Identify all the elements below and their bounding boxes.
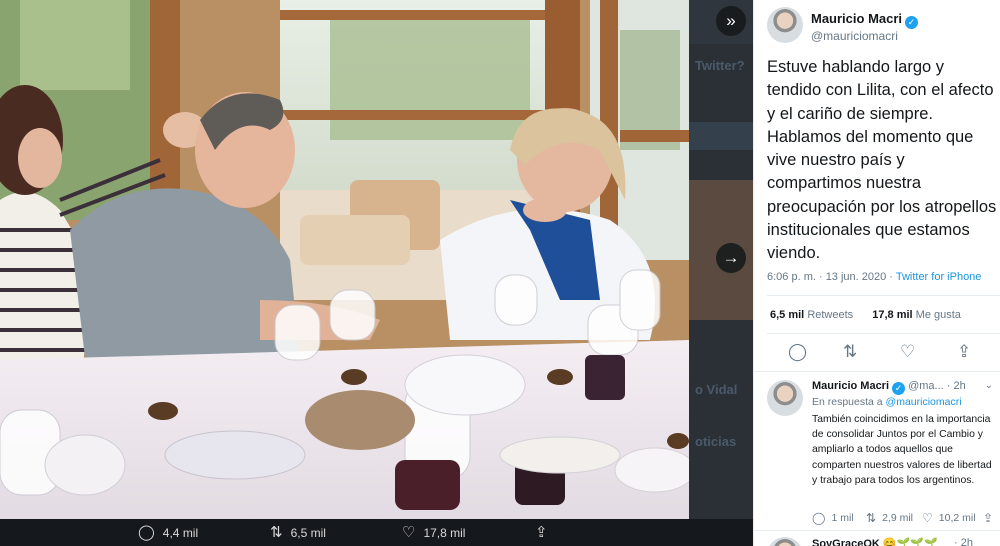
author-info: Mauricio Macri ✓ @mauriciomacri <box>811 7 919 43</box>
author-name[interactable]: Mauricio Macri <box>811 11 902 26</box>
reply-tweet[interactable]: Mauricio Macri ✓ @ma... · 2h ⌄ En respues… <box>754 371 1000 529</box>
in-reply-to: En respuesta a @mauriciomacri <box>812 396 962 408</box>
avatar[interactable] <box>767 537 803 546</box>
verified-badge-icon: ✓ <box>892 382 906 395</box>
heart-icon: ♡ <box>402 524 416 541</box>
retweet-icon: ⇅ <box>866 511 877 525</box>
heart-icon: ♡ <box>922 511 933 525</box>
comment-icon[interactable]: ◯ <box>788 343 807 360</box>
retweet-count: 6,5 mil <box>290 525 326 540</box>
retweets-stat[interactable]: 6,5 mil Retweets <box>770 309 853 321</box>
comment-icon: ◯ <box>138 524 155 541</box>
chevron-down-icon[interactable]: ⌄ <box>985 380 993 391</box>
background-text: oticias <box>695 434 737 449</box>
tweet-media-viewer: Twitter? o Vidal oticias » → ◯ 4,4 mil ⇅… <box>0 0 1000 546</box>
reply-count: 4,4 mil <box>162 525 199 540</box>
double-chevron-right-icon: » <box>726 11 736 30</box>
next-reply-time[interactable]: · 2h <box>954 537 973 546</box>
reply-author-handle[interactable]: @ma... <box>908 380 944 392</box>
reply-reply-action[interactable]: ◯ 1 mil <box>812 511 854 525</box>
photo-illustration <box>0 0 689 519</box>
arrow-right-icon: → <box>722 248 740 267</box>
retweet-icon[interactable]: ⇅ <box>843 343 857 360</box>
expand-panel-button[interactable]: » <box>716 6 746 36</box>
reply-header: Mauricio Macri ✓ @ma... · 2h <box>812 380 997 395</box>
reply-share-action[interactable]: ⇪ <box>983 511 993 525</box>
avatar[interactable] <box>767 7 803 43</box>
reply-action[interactable]: ◯ 4,4 mil <box>138 525 198 540</box>
share-action[interactable]: ⇪ <box>535 525 548 540</box>
author-handle[interactable]: @mauriciomacri <box>811 29 918 43</box>
tweet-text: Estuve hablando largo y tendido con Lili… <box>767 58 997 263</box>
share-icon: ⇪ <box>535 524 548 541</box>
tweet-timestamp[interactable]: 6:06 p. m. · 13 jun. 2020 · <box>767 271 896 283</box>
tweet-photo[interactable] <box>0 0 689 519</box>
reply-time[interactable]: · 2h <box>947 380 966 392</box>
comment-icon: ◯ <box>812 511 826 525</box>
tweet-meta: 6:06 p. m. · 13 jun. 2020 · Twitter for … <box>767 271 981 283</box>
reply-retweet-count: 2,9 mil <box>882 512 913 524</box>
reply-text: También coincidimos en la importancia de… <box>812 414 992 486</box>
retweet-action[interactable]: ⇅ 6,5 mil <box>270 525 326 540</box>
in-reply-to-link[interactable]: @mauriciomacri <box>886 396 962 408</box>
reply-retweet-action[interactable]: ⇅ 2,9 mil <box>866 511 913 525</box>
next-image-button[interactable]: → <box>716 243 746 273</box>
avatar[interactable] <box>767 380 803 416</box>
media-pane: Twitter? o Vidal oticias » → ◯ 4,4 mil ⇅… <box>0 0 753 546</box>
tweet-source[interactable]: Twitter for iPhone <box>896 271 982 283</box>
divider <box>767 333 1000 334</box>
likes-stat[interactable]: 17,8 mil Me gusta <box>872 309 961 321</box>
next-reply-author-name[interactable]: SoyGraceOK 😊🌱🌱🌱 <box>812 537 938 546</box>
reply-author-name[interactable]: Mauricio Macri <box>812 380 889 392</box>
tweet-detail-panel: Mauricio Macri ✓ @mauriciomacri Estuve ha… <box>753 0 1000 546</box>
verified-badge-icon: ✓ <box>905 16 919 29</box>
retweet-icon: ⇅ <box>270 524 283 541</box>
share-icon: ⇪ <box>983 511 994 525</box>
tweet-stats: 6,5 mil Retweets 17,8 mil Me gusta <box>770 309 961 321</box>
like-action[interactable]: ♡ 17,8 mil <box>402 525 465 540</box>
background-text: Twitter? <box>695 58 745 73</box>
background-text: o Vidal <box>695 382 738 397</box>
reply-like-count: 10,2 mil <box>938 512 976 524</box>
like-count: 17,8 mil <box>423 525 466 540</box>
heart-icon[interactable]: ♡ <box>900 343 915 360</box>
share-icon[interactable]: ⇪ <box>957 343 971 360</box>
reply-like-action[interactable]: ♡ 10,2 mil <box>922 511 976 525</box>
next-reply-tweet[interactable]: SoyGraceOK 😊🌱🌱🌱 · 2h <box>754 530 1000 546</box>
divider <box>767 295 1000 296</box>
media-action-bar: ◯ 4,4 mil ⇅ 6,5 mil ♡ 17,8 mil ⇪ <box>0 519 753 546</box>
background-block <box>689 122 753 150</box>
tweet-header: Mauricio Macri ✓ @mauriciomacri <box>767 7 919 43</box>
reply-reply-count: 1 mil <box>831 512 854 524</box>
